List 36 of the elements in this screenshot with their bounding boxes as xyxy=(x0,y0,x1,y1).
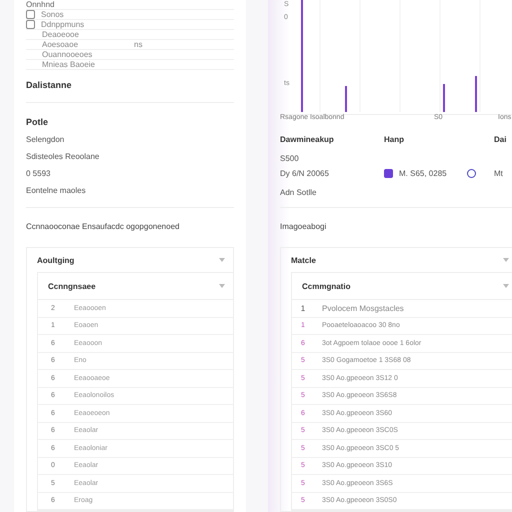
panel-title[interactable]: Matcle xyxy=(291,256,316,264)
column-header: Dawmineakup xyxy=(280,135,335,144)
caret-icon[interactable] xyxy=(503,258,509,262)
list-item[interactable]: Ddnppmuns xyxy=(41,20,84,29)
date-text: Dy 6/N 20065 xyxy=(280,169,330,178)
list-item[interactable]: Ouannooeoes xyxy=(42,50,92,59)
detail-text: Sdisteoles Reoolane xyxy=(26,152,100,161)
caret-icon[interactable] xyxy=(219,284,225,288)
item-text: M. S65, 0285 xyxy=(399,169,447,178)
section-title: Dalistanne xyxy=(26,70,234,103)
list-item[interactable]: Sonos xyxy=(41,10,64,19)
circle-icon xyxy=(466,169,476,178)
footer-text: Adn Sotlle xyxy=(280,188,318,197)
list-item[interactable]: Aoesoaoe xyxy=(42,40,78,49)
item-value: ns xyxy=(134,40,142,49)
caret-icon[interactable] xyxy=(503,284,509,288)
section-note: Imagoeabogi xyxy=(280,207,512,239)
item-text: Mt xyxy=(494,169,504,178)
column-header: 1 xyxy=(300,304,306,313)
panel-title[interactable]: Aoultging xyxy=(37,256,74,264)
column-header: Pvolocem Mosgstacles xyxy=(322,304,404,313)
list-item[interactable]: Deaoeooe xyxy=(42,30,79,39)
list-item[interactable]: Mnieas Baoeie xyxy=(42,60,95,69)
tag-icon xyxy=(384,169,393,178)
caret-icon[interactable] xyxy=(219,258,225,262)
panel-title[interactable]: Ccnngnsaee xyxy=(48,282,96,290)
list-header: Onnhnd xyxy=(26,0,54,9)
amount-text: S500 xyxy=(280,154,300,163)
section-note: Ccnnaooconae Ensaufacdc ogopgonenoed xyxy=(26,207,234,239)
detail-title: Potle xyxy=(26,117,50,127)
detail-text: Eontelne maoles xyxy=(26,186,87,195)
detail-text: 0 5593 xyxy=(26,169,52,178)
column-header: Hanp xyxy=(384,135,405,144)
detail-text: Selengdon xyxy=(26,135,66,144)
panel-title[interactable]: Ccmmgnatio xyxy=(302,282,350,290)
column-header: Dai xyxy=(494,135,508,144)
